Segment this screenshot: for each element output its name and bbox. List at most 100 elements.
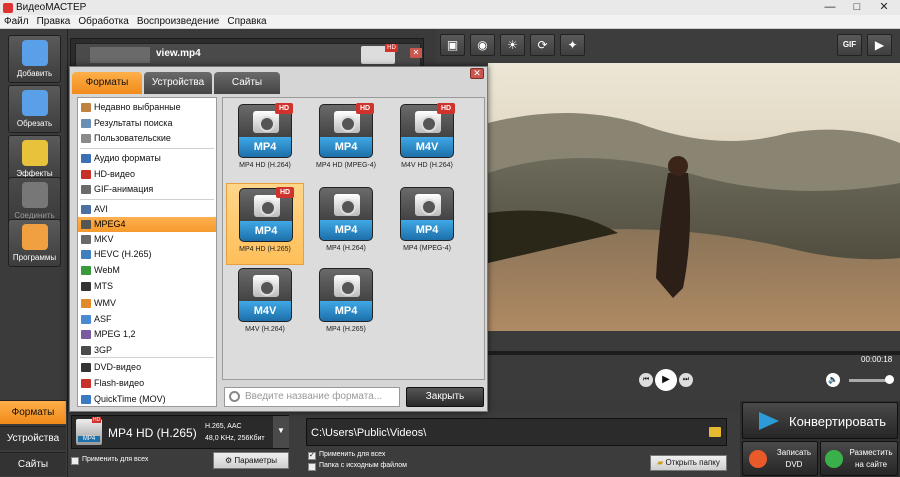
format-dropdown-icon[interactable]: ▼ [273, 416, 289, 448]
prev-button[interactable]: ⏮ [639, 373, 653, 387]
menu-edit[interactable]: Правка [37, 16, 71, 27]
category-icon [81, 220, 91, 229]
rotate-button[interactable]: ⟳ [530, 34, 555, 56]
tab-sites[interactable]: Сайты [0, 452, 66, 476]
dialog-tab-devices[interactable]: Устройства [144, 72, 212, 94]
parameters-button[interactable]: ⚙ Параметры [213, 452, 289, 469]
trim-button[interactable]: Обрезать [8, 85, 61, 133]
burn-dvd-button[interactable]: Записать DVD [742, 441, 818, 476]
camera-icon [334, 194, 360, 216]
category-item[interactable]: MKV [78, 232, 216, 247]
category-item[interactable]: WebM [78, 263, 216, 278]
format-tile[interactable]: MP4 HD MP4 HD (H.264) [226, 100, 304, 182]
category-icon [81, 250, 91, 259]
publish-web-button[interactable]: Разместить на сайте [820, 441, 898, 476]
output-path-field[interactable]: C:\Users\Public\Videos\ [306, 418, 727, 446]
format-tag: MP4 [239, 137, 291, 157]
format-grid: MP4 HD MP4 HD (H.264) MP4 HD MP4 HD (MPEG-4) M… [222, 97, 485, 380]
category-icon [81, 119, 91, 128]
snapshot-button[interactable]: ▶ [867, 34, 892, 56]
speed-button[interactable]: ✦ [560, 34, 585, 56]
format-tag: M4V [239, 301, 291, 321]
output-path: C:\Users\Public\Videos\ [311, 427, 427, 439]
menu-file[interactable]: Файл [4, 16, 29, 27]
category-item[interactable]: MPEG4 [78, 217, 216, 232]
category-item[interactable]: HEVC (H.265) [78, 247, 216, 262]
category-item[interactable]: QuickTime (MOV) [78, 392, 216, 407]
programs-button[interactable]: Программы [8, 219, 61, 267]
category-icon [81, 315, 91, 324]
format-tag: M4V [401, 137, 453, 157]
tab-devices[interactable]: Устройства [0, 426, 66, 450]
format-tile[interactable]: M4V M4V (H.264) [226, 264, 304, 346]
category-icon [81, 346, 91, 355]
category-item[interactable]: Пользовательские [78, 131, 216, 146]
web-label-2: на сайте [854, 460, 888, 469]
format-tag: MP4 [320, 220, 372, 240]
apply-all-2-checkbox[interactable]: ✓ [308, 452, 316, 460]
convert-button[interactable]: Конвертировать [742, 402, 898, 439]
format-tile[interactable]: MP4 MP4 (MPEG-4) [388, 183, 466, 265]
format-tile[interactable]: M4V HD M4V HD (H.264) [388, 100, 466, 182]
category-item[interactable]: MPEG 1,2 [78, 327, 216, 342]
tab-formats[interactable]: Форматы [0, 400, 66, 424]
dialog-tab-sites[interactable]: Сайты [214, 72, 280, 94]
category-item[interactable]: GIF-анимация [78, 182, 216, 197]
format-tile[interactable]: MP4 HD MP4 HD (H.265) [226, 183, 304, 265]
format-tile[interactable]: MP4 HD MP4 HD (MPEG-4) [307, 100, 385, 182]
category-item[interactable]: Flash-видео [78, 376, 216, 391]
brightness-button[interactable]: ☀ [500, 34, 525, 56]
open-folder-button[interactable]: ▰ Открыть папку [650, 455, 727, 471]
source-folder-checkbox[interactable] [308, 463, 316, 471]
list-item[interactable]: view.mp4 HD ✕ [75, 43, 422, 67]
maximize-button[interactable]: □ [845, 0, 869, 15]
stabilize-button[interactable]: ◉ [470, 34, 495, 56]
stabilize-icon: ◉ [477, 38, 488, 52]
menu-help[interactable]: Справка [227, 16, 266, 27]
search-icon [229, 391, 240, 402]
category-item[interactable]: Результаты поиска [78, 116, 216, 131]
category-divider [80, 148, 214, 149]
category-item[interactable]: DVD-видео [78, 360, 216, 375]
category-item[interactable]: MTS [78, 279, 216, 294]
format-selector[interactable]: MP4 HD MP4 HD (H.265) H.265, AAC 48,0 KH… [71, 415, 289, 449]
play-button[interactable]: ▶ [655, 369, 677, 391]
category-item[interactable]: Аудио форматы [78, 151, 216, 166]
minimize-button[interactable]: — [818, 0, 842, 15]
folder-icon[interactable] [709, 427, 721, 437]
dialog-tab-formats[interactable]: Форматы [72, 72, 142, 94]
join-button[interactable]: Соединить [8, 177, 61, 225]
format-search-input[interactable]: Введите название формата... [224, 387, 400, 407]
next-button[interactable]: ⏭ [679, 373, 693, 387]
category-label: Пользовательские [94, 133, 171, 143]
dialog-close-button[interactable]: Закрыть [406, 387, 484, 407]
format-tile[interactable]: MP4 MP4 (H.265) [307, 264, 385, 346]
format-tile[interactable]: MP4 MP4 (H.264) [307, 183, 385, 265]
gif-button[interactable]: GIF [837, 34, 862, 56]
effects-button[interactable]: Эффекты [8, 135, 61, 183]
apply-all-2-label: Применить для всех [319, 451, 386, 458]
category-item[interactable]: 3GP [78, 343, 216, 358]
volume-handle[interactable] [885, 375, 894, 384]
format-tag: MP4 [320, 301, 372, 321]
remove-file-button[interactable]: ✕ [410, 48, 422, 58]
menu-playback[interactable]: Воспроизведение [137, 16, 220, 27]
scissors-icon [21, 90, 48, 116]
hd-badge: HD [276, 187, 294, 198]
crop-button[interactable]: ▣ [440, 34, 465, 56]
seek-bar[interactable] [488, 351, 900, 355]
category-item[interactable]: Недавно выбранные [78, 100, 216, 115]
category-label: GIF-анимация [94, 184, 154, 194]
category-item[interactable]: AVI [78, 202, 216, 217]
apply-all-checkbox[interactable] [71, 457, 79, 465]
add-button[interactable]: Добавить [8, 35, 61, 83]
dialog-close-icon[interactable]: ✕ [470, 68, 484, 79]
category-item[interactable]: HD-видео [78, 167, 216, 182]
camera-icon [253, 111, 279, 133]
category-item[interactable]: WMV [78, 296, 216, 311]
category-item[interactable]: ASF [78, 312, 216, 327]
menu-process[interactable]: Обработка [78, 16, 128, 27]
close-window-button[interactable]: ✕ [872, 0, 896, 15]
speed-icon: ✦ [567, 38, 578, 52]
volume-icon[interactable]: 🔈 [826, 373, 840, 387]
